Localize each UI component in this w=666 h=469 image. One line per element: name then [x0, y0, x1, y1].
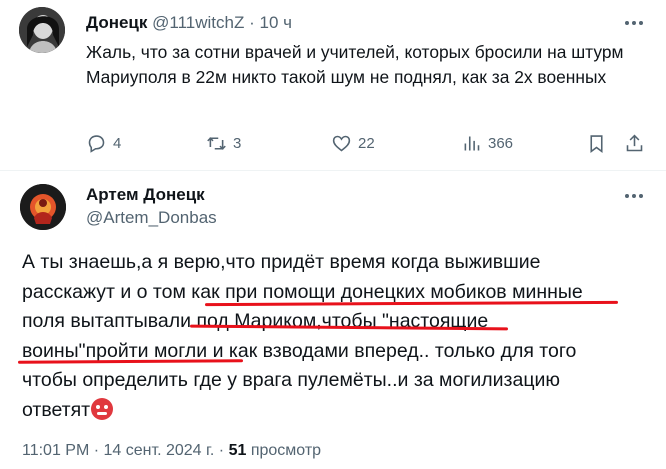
- separator: ·: [249, 13, 255, 32]
- avatar-image: [19, 7, 65, 53]
- like-count: 22: [358, 134, 375, 152]
- tweet-line: чтобы определить где у врага пулемёты..и…: [22, 369, 561, 391]
- tweet-text: Жаль, что за сотни врачей и учителей, ко…: [86, 42, 624, 87]
- avatar[interactable]: [20, 184, 66, 230]
- angry-face-icon: [91, 397, 114, 420]
- divider: [0, 170, 666, 171]
- author-name[interactable]: Артем Донецк: [86, 184, 205, 206]
- tweet-time[interactable]: 11:01 PM: [22, 442, 89, 459]
- tweet-line: ответят: [22, 398, 91, 421]
- like-button[interactable]: 22: [331, 131, 375, 155]
- tweet-actions: 4 3 22 366: [86, 131, 656, 155]
- reply-icon: [88, 134, 105, 153]
- retweet-icon: [207, 136, 226, 150]
- more-options-icon[interactable]: [619, 13, 649, 33]
- author-handle[interactable]: @111witchZ: [152, 13, 244, 32]
- tweet-line: А ты знаешь,а я верю,что придёт время ко…: [22, 251, 541, 273]
- tweet-date[interactable]: 14 сент. 2024 г.: [104, 442, 215, 459]
- reply-count: 4: [113, 134, 122, 152]
- tweet-line: поля вытаптывали под Мариком,чтобы "наст…: [22, 310, 489, 332]
- share-button[interactable]: [624, 131, 645, 155]
- tweet-header: Донецк @111witchZ · 10 ч: [86, 12, 292, 34]
- share-icon: [626, 134, 643, 151]
- heart-icon: [332, 135, 351, 151]
- bookmark-button[interactable]: [586, 131, 607, 155]
- views-button[interactable]: 366: [461, 131, 513, 155]
- avatar[interactable]: [19, 7, 65, 53]
- tweet-time[interactable]: 10 ч: [259, 13, 292, 32]
- avatar-image: [20, 184, 66, 230]
- views-label: просмотр: [250, 442, 322, 459]
- more-options-icon[interactable]: [619, 186, 649, 206]
- analytics-icon: [464, 136, 480, 150]
- views-count: 51: [228, 442, 247, 459]
- tweet-meta: 11:01 PM · 14 сент. 2024 г. · 51 просмот…: [22, 442, 322, 459]
- author-name[interactable]: Донецк: [86, 13, 147, 32]
- tweet-line-last: ответят: [22, 396, 642, 426]
- reply-tweet[interactable]: Донецк @111witchZ · 10 ч Жаль, что за со…: [0, 0, 666, 178]
- tweet-text: А ты знаешь,а я верю,что придёт время ко…: [22, 248, 642, 425]
- bookmark-icon: [590, 134, 603, 153]
- retweet-button[interactable]: 3: [206, 131, 241, 155]
- author-handle[interactable]: @Artem_Donbas: [86, 207, 217, 229]
- retweet-count: 3: [233, 134, 242, 152]
- reply-button[interactable]: 4: [86, 131, 121, 155]
- views-count: 366: [488, 134, 514, 152]
